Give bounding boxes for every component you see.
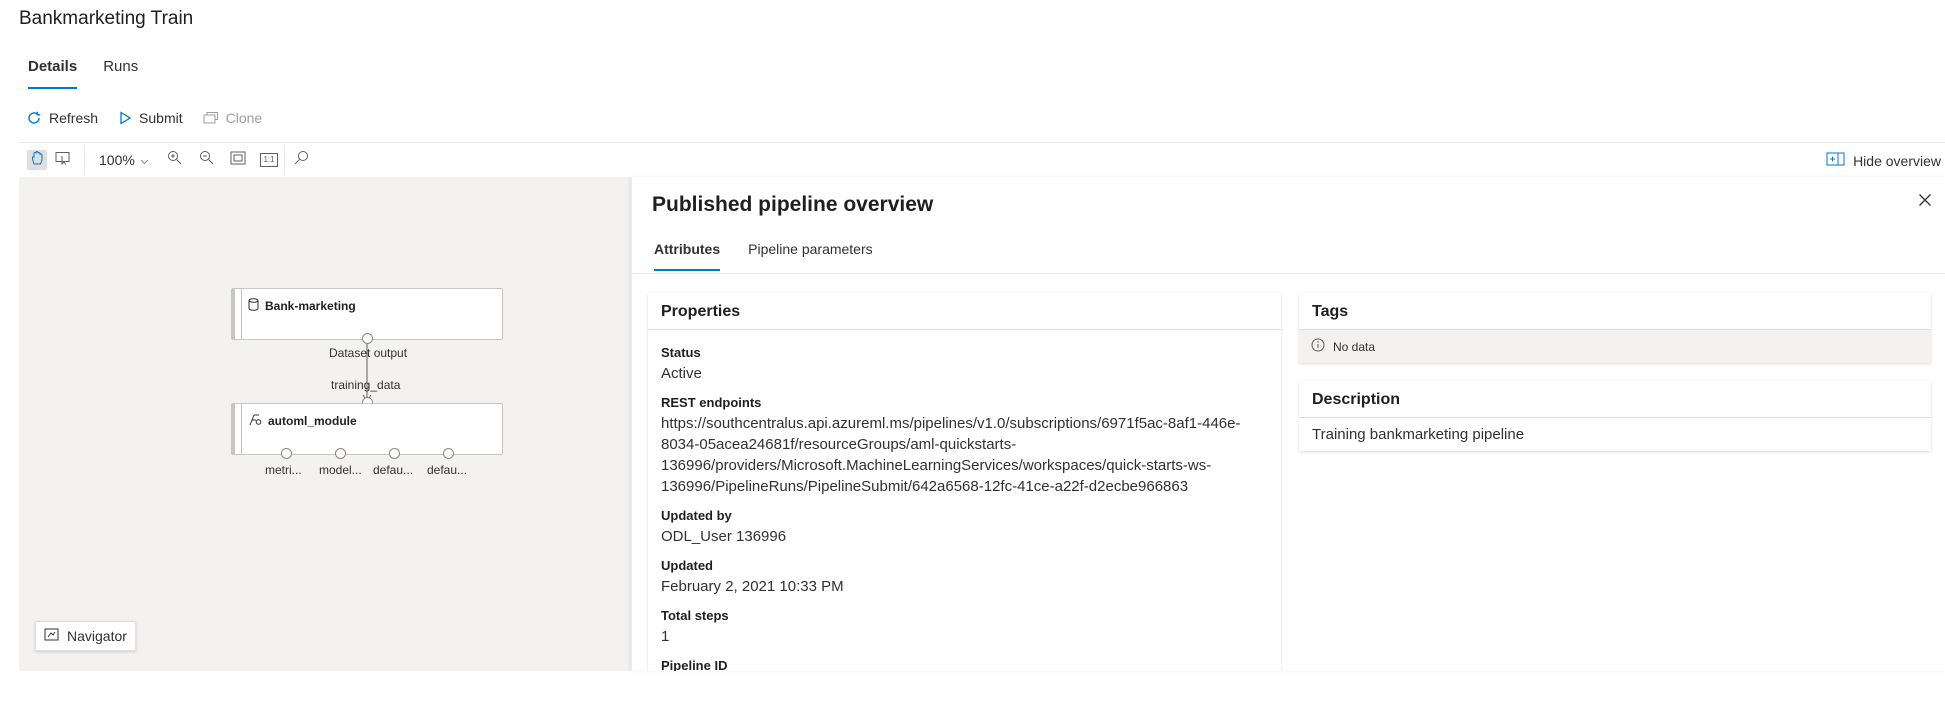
refresh-button[interactable]: Refresh <box>26 110 98 126</box>
dataset-node-label: Bank-marketing <box>265 299 356 313</box>
close-button[interactable] <box>1918 193 1932 212</box>
output-port-label: defau... <box>427 463 468 477</box>
rest-endpoint-value: https://southcentralus.api.azureml.ms/pi… <box>661 415 1241 495</box>
clone-label: Clone <box>225 110 263 126</box>
submit-label: Submit <box>139 110 183 126</box>
database-icon <box>248 298 259 316</box>
tab-attributes[interactable]: Attributes <box>654 241 721 271</box>
hide-overview-label: Hide overview <box>1853 152 1941 169</box>
output-port-label: metri... <box>265 463 302 477</box>
total-steps-label: Total steps <box>661 608 729 623</box>
output-port[interactable] <box>389 448 400 459</box>
command-bar: Refresh Submit Clone <box>26 110 262 126</box>
zoom-value: 100% <box>99 152 135 168</box>
clone-icon <box>203 111 219 125</box>
select-tool-button[interactable] <box>53 150 73 170</box>
tabs-divider <box>632 273 1945 274</box>
pipeline-canvas[interactable]: Bank-marketing Dataset output training_d… <box>19 177 631 671</box>
properties-card: Properties Status Active REST endpoints … <box>648 293 1281 671</box>
updated-label: Updated <box>661 558 713 573</box>
hand-icon <box>30 150 44 170</box>
clone-button[interactable]: Clone <box>203 110 263 126</box>
description-card: Description Training bankmarketing pipel… <box>1299 381 1931 451</box>
pipeline-overview-panel: Published pipeline overview Attributes P… <box>631 177 1945 671</box>
tags-empty-state: No data <box>1299 330 1931 363</box>
total-steps-value: 1 <box>661 628 670 645</box>
canvas-toolbar: 100% 1:1 Hide overview <box>19 142 1945 178</box>
toolbar-divider <box>284 145 285 175</box>
navigator-label: Navigator <box>67 628 127 644</box>
zoom-dropdown[interactable]: 100% <box>99 152 149 168</box>
submit-button[interactable]: Submit <box>118 110 183 126</box>
output-port-label: model... <box>319 463 362 477</box>
tab-details[interactable]: Details <box>28 58 78 89</box>
no-data-text: No data <box>1333 339 1376 354</box>
hide-overview-button[interactable]: Hide overview <box>1826 152 1941 169</box>
actual-size-icon: 1:1 <box>260 153 278 167</box>
page-title: Bankmarketing Train <box>19 8 194 29</box>
search-icon <box>294 150 309 170</box>
description-heading: Description <box>1299 381 1931 418</box>
dataset-output-label: Dataset output <box>329 346 408 360</box>
tab-pipeline-parameters[interactable]: Pipeline parameters <box>748 241 873 271</box>
play-icon <box>118 111 132 125</box>
description-text: Training bankmarketing pipeline <box>1312 426 1525 443</box>
overview-tabs: Attributes Pipeline parameters <box>654 241 873 271</box>
chevron-down-icon <box>140 152 149 168</box>
info-icon <box>1311 338 1325 355</box>
page-tabs: Details Runs <box>28 58 138 89</box>
edge-label: training_data <box>331 378 401 392</box>
zoom-in-button[interactable] <box>164 150 184 170</box>
select-icon <box>55 151 71 170</box>
zoom-out-icon <box>199 150 214 170</box>
pan-tool-button[interactable] <box>27 150 47 170</box>
pipeline-id-label: Pipeline ID <box>661 658 728 671</box>
close-icon <box>1918 194 1932 211</box>
tab-runs[interactable]: Runs <box>103 58 138 89</box>
fit-screen-icon <box>230 151 246 170</box>
updated-by-label: Updated by <box>661 508 732 523</box>
navigator-button[interactable]: Navigator <box>35 621 136 651</box>
status-label: Status <box>661 345 701 360</box>
actual-size-button[interactable]: 1:1 <box>259 150 279 170</box>
updated-by-value: ODL_User 136996 <box>661 528 787 545</box>
updated-value: February 2, 2021 10:33 PM <box>661 578 844 595</box>
panel-title: Published pipeline overview <box>652 193 934 216</box>
node-stripe <box>241 404 242 454</box>
output-port[interactable] <box>335 448 346 459</box>
zoom-in-icon <box>167 150 182 170</box>
status-value: Active <box>661 365 702 382</box>
rest-endpoints-label: REST endpoints <box>661 395 762 410</box>
output-port-label: defau... <box>373 463 414 477</box>
fit-to-screen-button[interactable] <box>228 150 248 170</box>
panel-icon <box>1826 152 1845 169</box>
node-stripe <box>241 289 242 339</box>
dataset-output-port[interactable] <box>362 333 373 344</box>
toolbar-divider <box>84 145 85 175</box>
module-icon <box>248 412 262 431</box>
output-port[interactable] <box>443 448 454 459</box>
zoom-out-button[interactable] <box>196 150 216 170</box>
module-node-label: automl_module <box>268 414 357 428</box>
navigator-icon <box>44 628 59 644</box>
properties-heading: Properties <box>648 293 1281 330</box>
output-port[interactable] <box>281 448 292 459</box>
module-node[interactable]: automl_module <box>231 403 503 455</box>
refresh-label: Refresh <box>49 110 99 126</box>
search-button[interactable] <box>291 150 311 170</box>
refresh-icon <box>26 110 42 126</box>
tags-card: Tags No data <box>1299 293 1931 363</box>
tags-heading: Tags <box>1299 293 1931 330</box>
